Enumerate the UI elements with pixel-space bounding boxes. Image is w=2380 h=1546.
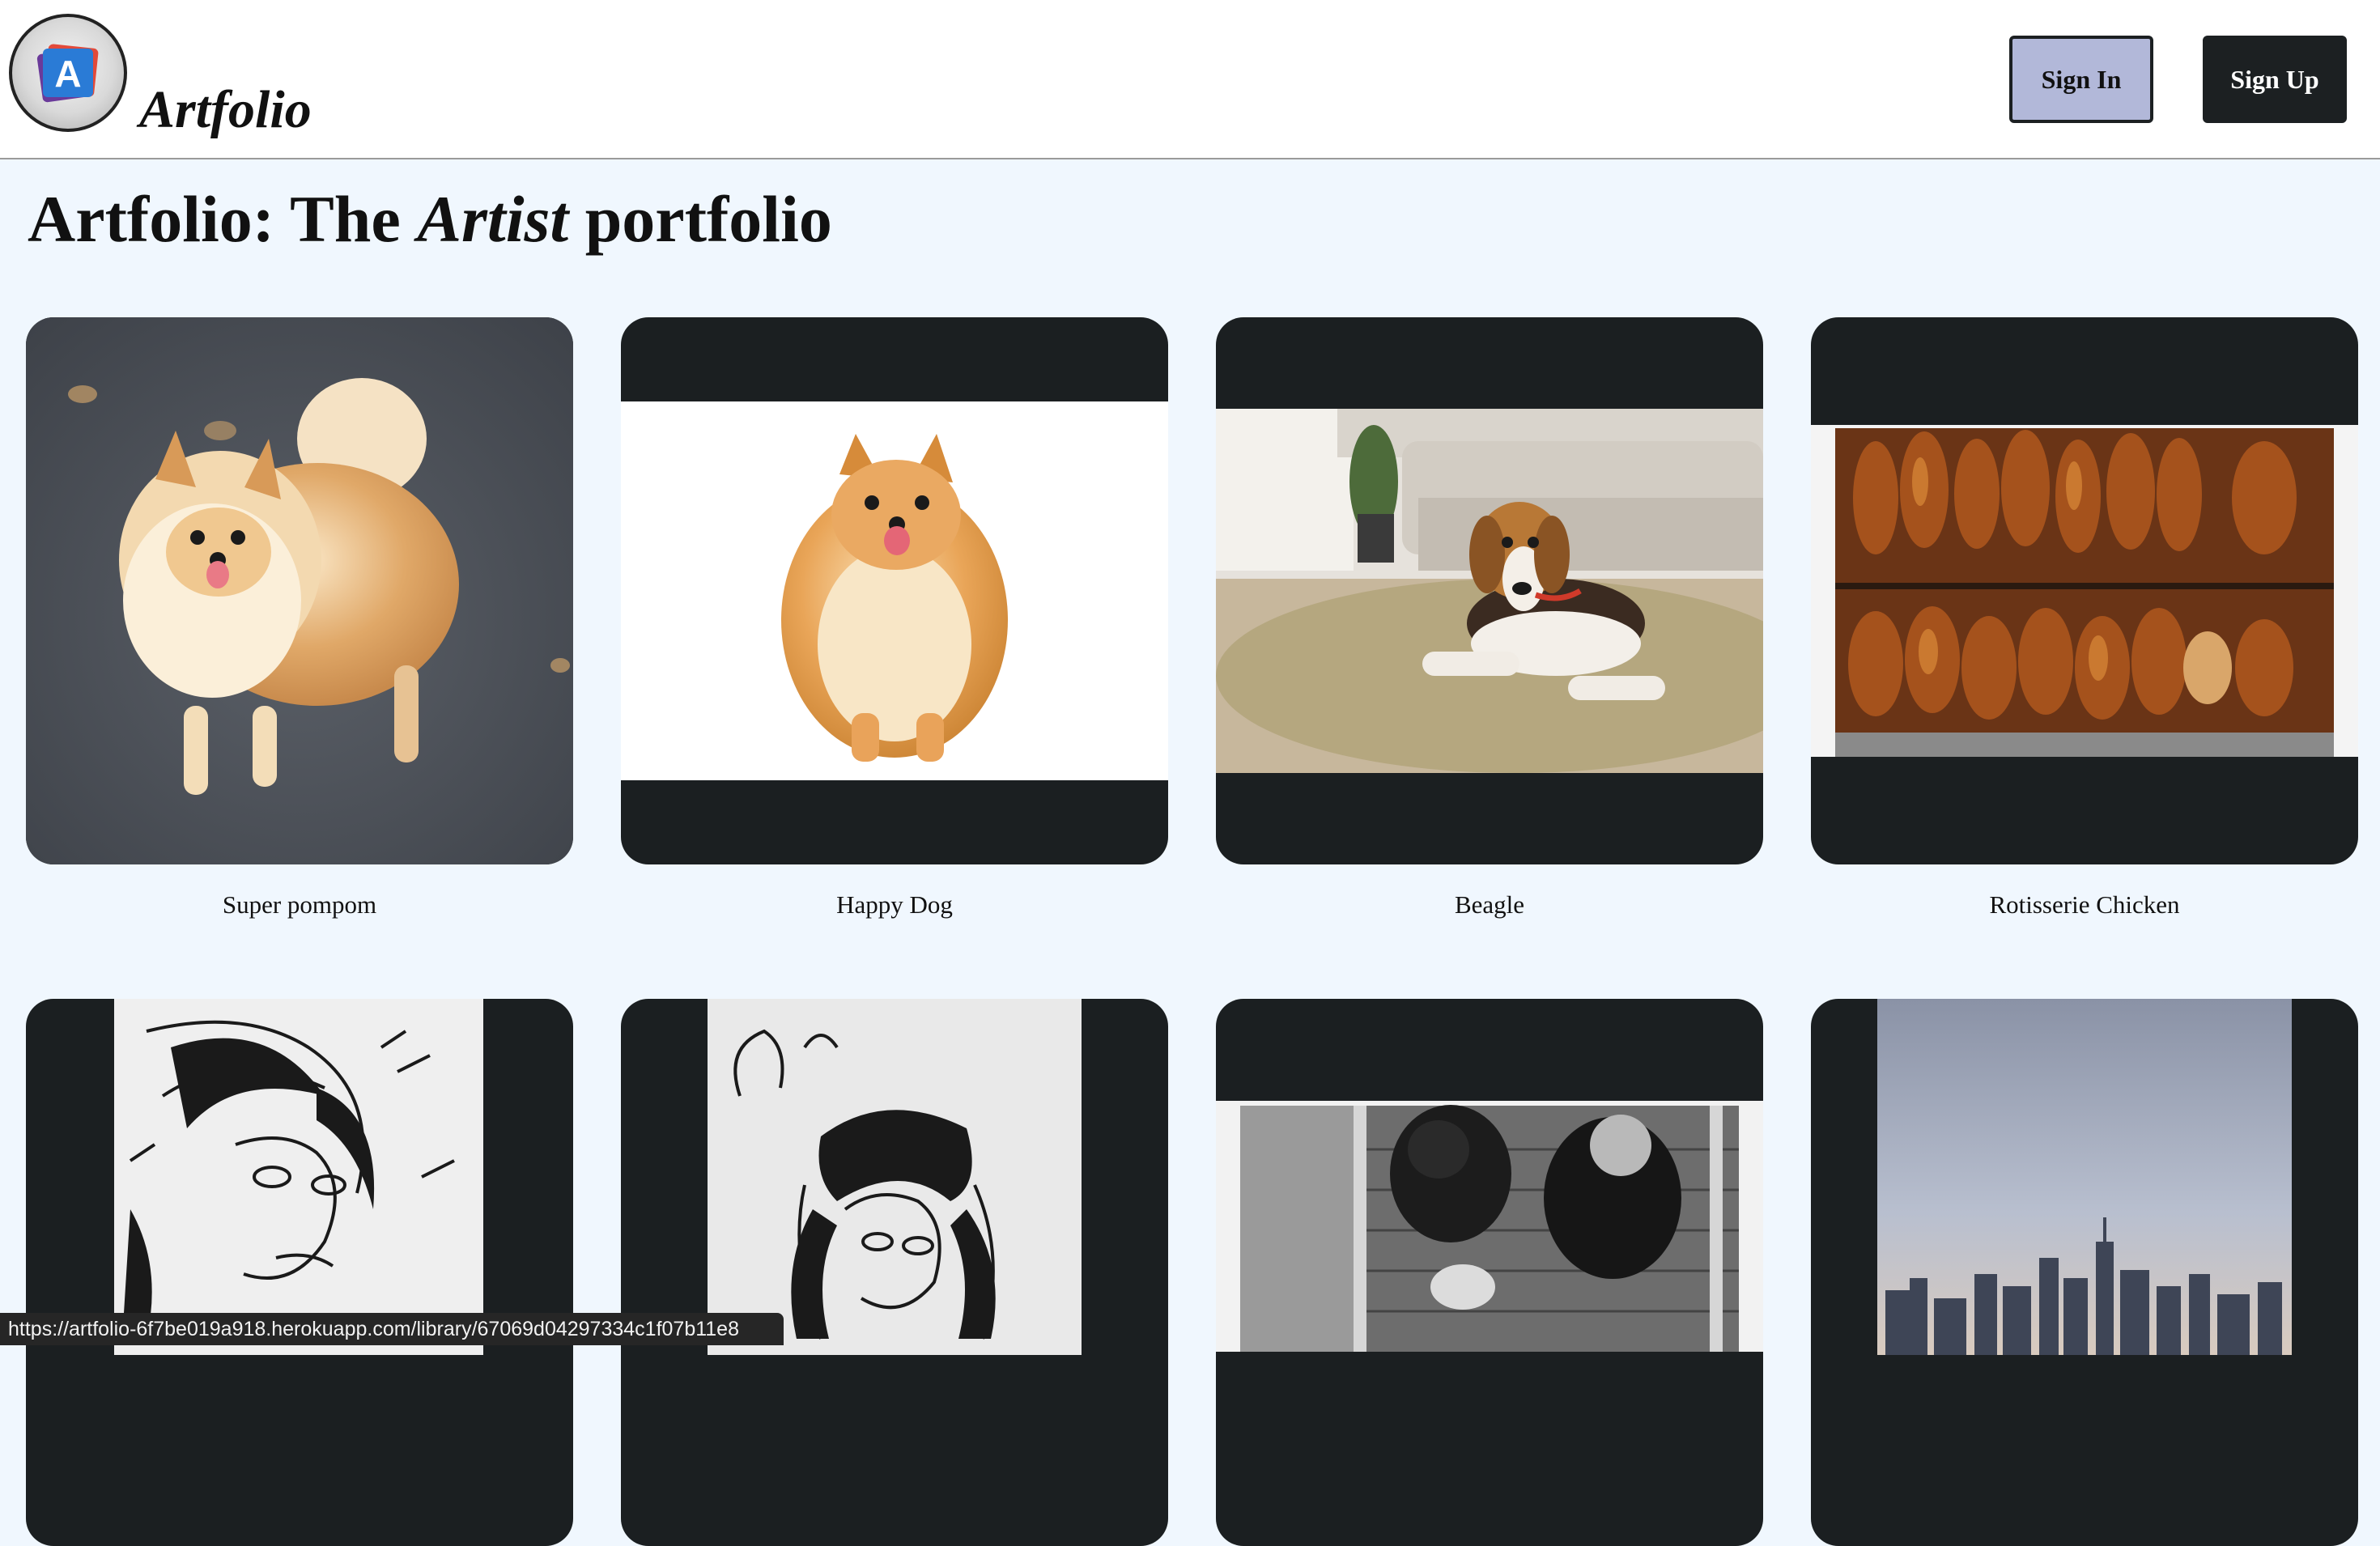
skyline-photo [1877, 999, 2292, 1355]
logo-letter: A [54, 53, 81, 95]
gallery-caption: Rotisserie Chicken [1989, 890, 2180, 919]
ink-face-drawing [114, 999, 483, 1355]
brand-name[interactable]: Artfolio [139, 83, 312, 137]
rotisserie-chicken-photo [1811, 425, 2358, 757]
logo-icon: A [36, 44, 99, 103]
page-title-emphasis: Artist [417, 182, 569, 256]
gallery-card-rotisserie-chicken[interactable] [1811, 317, 2358, 864]
pomeranian-photo [26, 317, 573, 864]
sign-up-button[interactable]: Sign Up [2203, 36, 2347, 123]
gallery-caption: Happy Dog [836, 890, 953, 919]
beagle-photo [1216, 409, 1763, 773]
top-navbar: A Artfolio Sign In Sign Up [0, 0, 2380, 159]
gallery-card-stairs-photo[interactable] [1216, 999, 1763, 1546]
status-bar-url: https://artfolio-6f7be019a918.herokuapp.… [0, 1313, 784, 1345]
stairs-photo [1216, 1101, 1763, 1352]
page-title: Artfolio: The Artist portfolio [28, 186, 832, 253]
gallery-card-happy-dog[interactable] [621, 317, 1168, 864]
gallery-card-ink-head-drawing[interactable] [621, 999, 1168, 1546]
gallery-card-super-pompom[interactable] [26, 317, 573, 864]
page-title-start: Artfolio: The [28, 182, 418, 256]
ink-head-drawing [708, 999, 1082, 1355]
gallery-caption: Beagle [1454, 890, 1525, 919]
logo[interactable]: A [9, 14, 127, 132]
sign-in-button[interactable]: Sign In [2009, 36, 2153, 123]
gallery-caption: Super pompom [222, 890, 377, 919]
page-title-end: portfolio [568, 182, 832, 256]
gallery-card-beagle[interactable] [1216, 317, 1763, 864]
gallery-card-ink-face-drawing[interactable] [26, 999, 573, 1546]
gallery-card-skyline-photo[interactable] [1811, 999, 2358, 1546]
happy-dog-photo [621, 401, 1168, 780]
